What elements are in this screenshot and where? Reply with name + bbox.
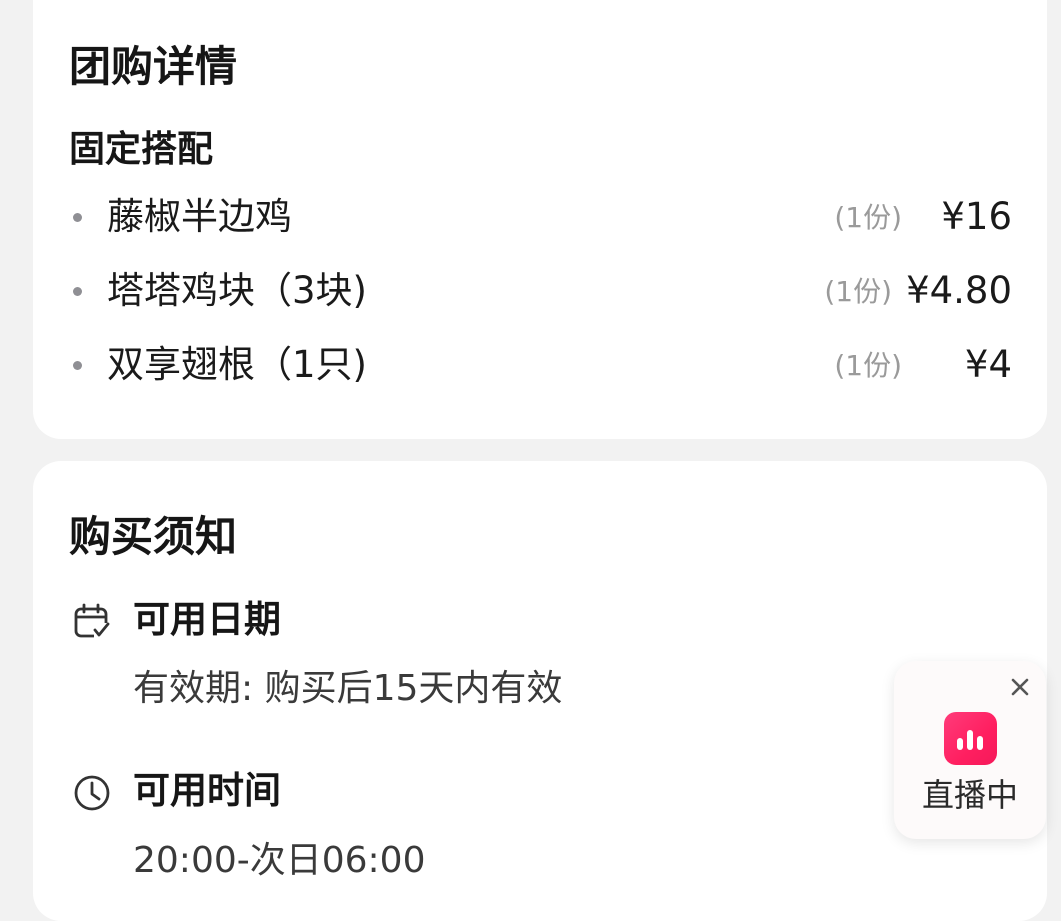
item-price: ¥16: [941, 195, 1012, 238]
item-name: 双享翅根（1只): [107, 343, 367, 386]
section-label: 可用时间: [133, 769, 281, 812]
clock-icon: [74, 775, 110, 811]
notice-title: 购买须知: [69, 512, 238, 561]
item-quantity: (1份): [834, 201, 902, 234]
list-item: 塔塔鸡块（3块) (1份) ¥4.80: [69, 267, 1012, 317]
validity-text: 有效期: 购买后15天内有效: [133, 668, 563, 709]
bullet-dot: [73, 287, 82, 296]
available-time-header: 可用时间: [69, 767, 469, 817]
live-label[interactable]: 直播中: [894, 777, 1046, 813]
close-icon[interactable]: [1008, 675, 1032, 699]
item-price: ¥4.80: [906, 269, 1012, 312]
item-name: 塔塔鸡块（3块): [107, 269, 367, 312]
live-bars-icon[interactable]: [944, 712, 997, 765]
time-text: 20:00-次日06:00: [133, 840, 426, 881]
detail-title: 团购详情: [69, 42, 238, 91]
section-label: 可用日期: [133, 598, 281, 641]
list-item: 藤椒半边鸡 (1份) ¥16: [69, 193, 1012, 243]
fixed-combo-title: 固定搭配: [69, 129, 214, 170]
bullet-dot: [73, 213, 82, 222]
item-price: ¥4: [964, 343, 1012, 386]
calendar-check-icon: [74, 603, 110, 639]
item-quantity: (1份): [834, 349, 902, 382]
item-name: 藤椒半边鸡: [107, 195, 292, 238]
bullet-dot: [73, 361, 82, 370]
list-item: 双享翅根（1只) (1份) ¥4: [69, 341, 1012, 391]
group-buy-detail-card: 团购详情 固定搭配 藤椒半边鸡 (1份) ¥16 塔塔鸡块（3块) (1份) ¥…: [33, 0, 1047, 439]
item-quantity: (1份): [824, 275, 892, 308]
live-streaming-widget[interactable]: 直播中: [894, 661, 1046, 839]
available-date-header: 可用日期: [69, 596, 469, 646]
